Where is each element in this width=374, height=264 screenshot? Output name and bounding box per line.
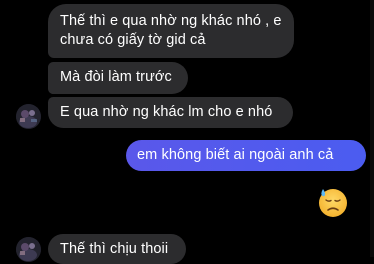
message-bubble-outgoing[interactable]: em không biết ai ngoài anh cả <box>126 140 366 171</box>
message-text: Mà đòi làm trước <box>60 69 172 85</box>
avatar-image <box>16 104 41 129</box>
sender-avatar[interactable] <box>16 104 41 129</box>
avatar-image <box>16 237 41 262</box>
message-text: Thế thì e qua nhờ ng khác nhó , e chưa c… <box>60 13 282 48</box>
sender-avatar[interactable] <box>16 237 41 262</box>
message-text: E qua nhờ ng khác lm cho e nhó <box>60 104 273 120</box>
chat-thread: Thế thì e qua nhờ ng khác nhó , e chưa c… <box>0 0 374 264</box>
message-text: em không biết ai ngoài anh cả <box>137 147 334 163</box>
message-bubble-incoming[interactable]: Thế thì chịu thoii <box>48 234 186 264</box>
message-bubble-incoming[interactable]: Thế thì e qua nhờ ng khác nhó , e chưa c… <box>48 4 294 58</box>
message-text: Thế thì chịu thoii <box>60 241 169 257</box>
downcast-face-with-sweat-icon <box>319 189 347 217</box>
reaction-emoji[interactable] <box>316 185 350 219</box>
scroll-edge <box>370 0 374 257</box>
message-bubble-incoming[interactable]: Mà đòi làm trước <box>48 62 188 94</box>
message-bubble-incoming[interactable]: E qua nhờ ng khác lm cho e nhó <box>48 97 293 128</box>
